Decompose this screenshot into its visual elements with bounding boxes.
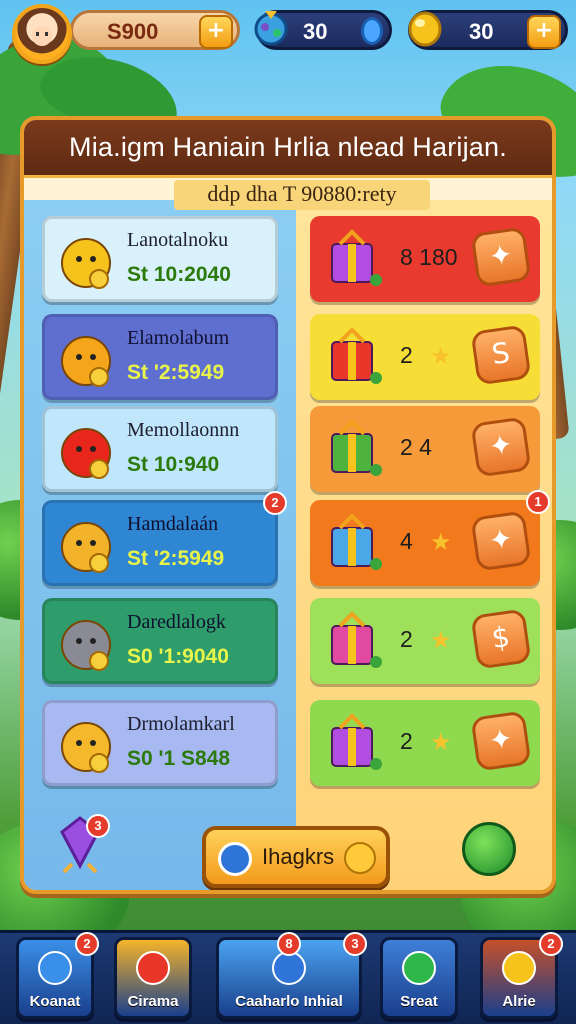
player-score: St 10:2040 bbox=[127, 263, 231, 286]
nav-icon bbox=[502, 951, 536, 985]
pet-icon bbox=[61, 620, 111, 671]
nav-button[interactable]: Cirama bbox=[114, 937, 192, 1019]
board-subtitle: ddp dha T 90880:rety bbox=[207, 181, 397, 206]
green-action-button[interactable] bbox=[462, 822, 516, 876]
nav-notification-badge: 3 bbox=[343, 932, 367, 956]
energy-counter: 30 + bbox=[408, 10, 568, 50]
player-score: St '2:5949 bbox=[127, 361, 225, 384]
reward-amount: 4 bbox=[400, 528, 413, 554]
gift-box-icon bbox=[331, 327, 382, 384]
gem-icon bbox=[254, 11, 288, 46]
board-subtitle-band: ddp dha T 90880:rety bbox=[174, 180, 430, 210]
nav-icon bbox=[402, 951, 436, 985]
reward-card[interactable]: 2 ★ ✦ bbox=[310, 700, 540, 786]
player-card[interactable]: Hamdalaán St '2:5949 2 bbox=[42, 491, 287, 586]
reward-amount: 2 bbox=[400, 626, 413, 652]
smile-coin-icon bbox=[344, 842, 376, 874]
nav-button[interactable]: Sreat bbox=[380, 937, 458, 1019]
star-icon: ★ bbox=[430, 728, 452, 756]
player-card[interactable]: Lanotalnoku St 10:2040 bbox=[42, 216, 278, 302]
coins-counter: S900 + bbox=[70, 10, 240, 50]
event-board: Mia.igm Haniain Hrlia nlead Harijan. ddp… bbox=[20, 116, 556, 894]
player-name: Daredlalogk bbox=[127, 611, 226, 633]
nav-notification-badge: 8 bbox=[277, 932, 301, 956]
player-name: Drmolamkarl bbox=[127, 713, 235, 735]
reward-amount: 2 bbox=[400, 342, 413, 368]
player-name: Hamdalaán bbox=[127, 513, 219, 535]
nav-icon bbox=[38, 951, 72, 985]
player-score: S0 '1 S848 bbox=[127, 747, 231, 770]
nav-icon bbox=[136, 951, 170, 985]
player-notification-badge: 2 bbox=[263, 491, 287, 515]
nav-button[interactable]: Alrie 2 bbox=[480, 932, 563, 1019]
nav-label: Sreat bbox=[400, 993, 438, 1010]
energy-value: 30 bbox=[469, 19, 494, 44]
claim-reward-button[interactable]: ✦ bbox=[470, 416, 532, 478]
gems-value: 30 bbox=[303, 19, 328, 44]
player-name: Memollaonnn bbox=[127, 419, 240, 441]
claim-reward-button[interactable]: ✦ bbox=[470, 710, 532, 772]
gem-notification-badge: 3 bbox=[86, 814, 110, 838]
star-icon: ★ bbox=[430, 528, 452, 556]
claim-reward-button[interactable]: ✦ bbox=[470, 226, 532, 288]
gift-box-icon bbox=[331, 713, 382, 770]
pet-icon bbox=[61, 336, 111, 387]
player-score: St '2:5949 bbox=[127, 547, 225, 570]
reward-card[interactable]: 2 ★ S bbox=[310, 314, 540, 400]
reward-amount: 8 180 bbox=[400, 244, 458, 270]
coins-value: S900 bbox=[107, 19, 159, 44]
nav-label: Koanat bbox=[29, 993, 81, 1010]
gift-box-icon bbox=[331, 611, 382, 668]
board-header: Mia.igm Haniain Hrlia nlead Harijan. bbox=[24, 120, 552, 178]
reward-notification-badge: 1 bbox=[526, 490, 550, 514]
player-score: S0 '1:9040 bbox=[127, 645, 229, 668]
collect-button-label: Ihagkrs bbox=[262, 844, 335, 869]
player-avatar[interactable] bbox=[12, 4, 72, 64]
nav-notification-badge: 2 bbox=[539, 932, 563, 956]
add-coins-button[interactable]: + bbox=[199, 15, 233, 49]
gems-counter: 30 bbox=[254, 10, 392, 50]
nav-label: Caaharlo Inhial bbox=[235, 993, 343, 1010]
player-card[interactable]: Daredlalogk S0 '1:9040 bbox=[42, 598, 278, 684]
claim-reward-button[interactable]: S bbox=[470, 324, 532, 386]
board-title: Mia.igm Haniain Hrlia nlead Harijan. bbox=[69, 132, 507, 162]
player-name: Elamolabum bbox=[127, 327, 230, 349]
pet-icon bbox=[61, 722, 111, 773]
gift-box-icon bbox=[331, 229, 382, 286]
player-card[interactable]: Memollaonnn St 10:940 bbox=[42, 406, 278, 492]
claim-reward-button[interactable]: ✦ bbox=[470, 510, 532, 572]
pet-icon bbox=[61, 428, 111, 479]
top-hud: S900 + 30 30 + bbox=[0, 0, 576, 64]
lemon-icon bbox=[408, 11, 442, 47]
player-card[interactable]: Elamolabum St '2:5949 bbox=[42, 314, 278, 400]
gem-info-badge[interactable] bbox=[361, 17, 383, 45]
pet-icon bbox=[61, 238, 111, 289]
reward-amount: 2 bbox=[400, 728, 413, 754]
clock-icon bbox=[218, 842, 252, 876]
reward-amount: 2 4 bbox=[400, 434, 432, 460]
collect-button[interactable]: Ihagkrs bbox=[202, 826, 390, 888]
reward-card[interactable]: 4 ★ ✦ 1 bbox=[310, 490, 550, 586]
player-card[interactable]: Drmolamkarl S0 '1 S848 bbox=[42, 700, 278, 786]
bottom-navigation: Koanat 2 Cirama Caaharlo Inhial 3 8 Sreat Alrie… bbox=[0, 930, 576, 1024]
player-name: Lanotalnoku bbox=[127, 229, 229, 251]
claim-reward-button[interactable]: $ bbox=[470, 608, 532, 670]
nav-button[interactable]: Koanat 2 bbox=[16, 932, 99, 1019]
reward-card[interactable]: 2 4 ✦ bbox=[310, 406, 540, 492]
star-icon: ★ bbox=[430, 342, 452, 370]
pet-icon bbox=[61, 522, 111, 573]
nav-label: Alrie bbox=[502, 993, 536, 1010]
gift-box-icon bbox=[331, 513, 382, 570]
nav-notification-badge: 2 bbox=[75, 932, 99, 956]
reward-card[interactable]: 2 ★ $ bbox=[310, 598, 540, 684]
player-score: St 10:940 bbox=[127, 453, 220, 476]
gift-box-icon bbox=[331, 419, 382, 476]
reward-card[interactable]: 8 180 ✦ bbox=[310, 216, 540, 302]
nav-button[interactable]: Caaharlo Inhial 3 8 bbox=[216, 932, 367, 1019]
star-icon: ★ bbox=[430, 626, 452, 654]
add-energy-button[interactable]: + bbox=[527, 15, 561, 49]
nav-label: Cirama bbox=[127, 993, 179, 1010]
